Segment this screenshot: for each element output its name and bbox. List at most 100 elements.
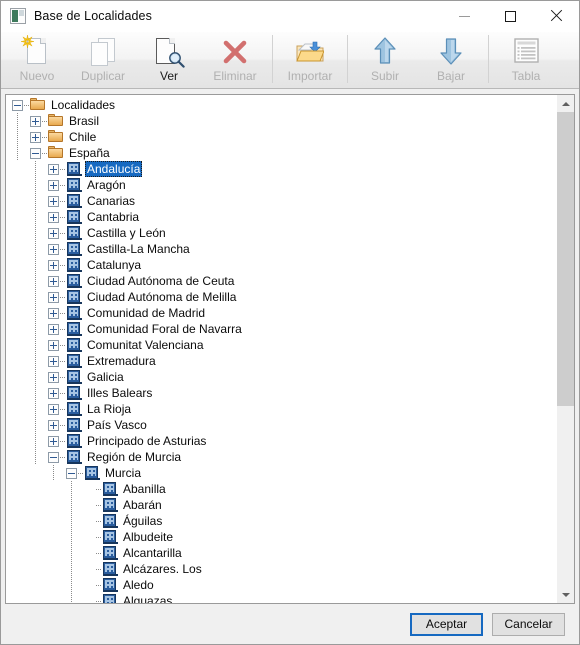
expand-icon[interactable] (48, 275, 59, 287)
collapse-icon[interactable] (12, 99, 23, 111)
expand-icon[interactable] (48, 195, 59, 207)
expand-icon[interactable] (48, 355, 59, 367)
tree-node[interactable]: Illes Balears (6, 385, 556, 401)
tree-indent (6, 513, 84, 529)
tree-node[interactable]: Alcantarilla (6, 545, 556, 561)
tree-node[interactable]: España (6, 145, 556, 161)
tree-connector (42, 120, 47, 122)
expand-icon[interactable] (30, 131, 41, 143)
expand-icon[interactable] (48, 419, 59, 431)
minimize-button[interactable] (441, 1, 487, 31)
expand-icon[interactable] (48, 211, 59, 223)
maximize-button[interactable] (487, 1, 533, 31)
expand-icon[interactable] (48, 435, 59, 447)
tree-node[interactable]: Galicia (6, 369, 556, 385)
toolbar-button-duplicar[interactable]: Duplicar (70, 32, 136, 88)
expand-icon[interactable] (48, 163, 59, 175)
tree-node[interactable]: Murcia (6, 465, 556, 481)
tree-node[interactable]: Ciudad Autónoma de Ceuta (6, 273, 556, 289)
tree-guide-line (71, 497, 72, 513)
tree-node[interactable]: Abanilla (6, 481, 556, 497)
tree-node[interactable]: Chile (6, 129, 556, 145)
collapse-icon[interactable] (66, 467, 77, 479)
tree-connector (96, 568, 101, 570)
tree-node[interactable]: Extremadura (6, 353, 556, 369)
tree-node-label: Aragón (87, 178, 126, 192)
tree-node[interactable]: Aragón (6, 177, 556, 193)
expand-icon[interactable] (48, 307, 59, 319)
tree-node[interactable]: Brasil (6, 113, 556, 129)
toolbar-button-nuevo[interactable]: Nuevo (4, 32, 70, 88)
tree-indent (6, 449, 48, 465)
tree-expander-spacer (84, 484, 95, 495)
duplicate-icon (86, 35, 120, 69)
tree-vertical-scrollbar[interactable] (556, 95, 574, 603)
tree-node[interactable]: Águilas (6, 513, 556, 529)
cancel-button[interactable]: Cancelar (492, 612, 565, 636)
tree-node[interactable]: Cantabria (6, 209, 556, 225)
tree-node[interactable]: Alcázares. Los (6, 561, 556, 577)
tree-guide-line (53, 465, 54, 481)
expand-icon[interactable] (48, 259, 59, 271)
tree-indent (6, 177, 48, 193)
tree-indent (6, 465, 66, 481)
tree-node[interactable]: Canarias (6, 193, 556, 209)
scroll-down-button[interactable] (557, 586, 574, 603)
tree-indent (6, 433, 48, 449)
tree-connector (60, 216, 65, 218)
tree-node[interactable]: Andalucía (6, 161, 556, 177)
tree-node[interactable]: Localidades (6, 97, 556, 113)
expand-icon[interactable] (48, 371, 59, 383)
toolbar-button-tabla[interactable]: Tabla (493, 32, 559, 88)
expand-icon[interactable] (48, 179, 59, 191)
tree-node[interactable]: Alguazas (6, 593, 556, 603)
view-magnifier-icon (152, 35, 186, 69)
tree-expander-spacer (84, 548, 95, 559)
base-de-localidades-window: Base de Localidades Nuevo Duplicar Ver E… (0, 0, 580, 645)
expand-icon[interactable] (48, 387, 59, 399)
tree-node[interactable]: Principado de Asturias (6, 433, 556, 449)
locality-tree[interactable]: Localidades Brasil Chile España Andalucía Ara… (6, 95, 556, 603)
expand-icon[interactable] (48, 323, 59, 335)
tree-guide-line (71, 513, 72, 529)
collapse-icon[interactable] (48, 451, 59, 463)
tree-node[interactable]: Comunidad de Madrid (6, 305, 556, 321)
tree-node[interactable]: Abarán (6, 497, 556, 513)
toolbar-button-importar[interactable]: Importar (277, 32, 343, 88)
expand-icon[interactable] (48, 403, 59, 415)
scrollbar-thumb[interactable] (557, 112, 574, 406)
tree-node-label: Castilla y León (87, 226, 166, 240)
tree-node[interactable]: Albudeite (6, 529, 556, 545)
tree-node[interactable]: Catalunya (6, 257, 556, 273)
tree-indent (6, 385, 48, 401)
toolbar-button-bajar[interactable]: Bajar (418, 32, 484, 88)
tree-node-label: Comunidad de Madrid (87, 306, 206, 320)
scroll-up-button[interactable] (557, 95, 574, 112)
expand-icon[interactable] (48, 339, 59, 351)
tree-guide-line (35, 321, 36, 337)
tree-node[interactable]: La Rioja (6, 401, 556, 417)
accept-button[interactable]: Aceptar (410, 612, 483, 636)
toolbar-button-ver[interactable]: Ver (136, 32, 202, 88)
tree-node-label: Aledo (123, 578, 154, 592)
expand-icon[interactable] (30, 115, 41, 127)
tree-node[interactable]: Aledo (6, 577, 556, 593)
close-button[interactable] (533, 1, 579, 31)
tree-connector (60, 168, 65, 170)
expand-icon[interactable] (48, 243, 59, 255)
expand-icon[interactable] (48, 227, 59, 239)
tree-node[interactable]: País Vasco (6, 417, 556, 433)
tree-node[interactable]: Comunidad Foral de Navarra (6, 321, 556, 337)
tree-node[interactable]: Comunitat Valenciana (6, 337, 556, 353)
collapse-icon[interactable] (30, 147, 41, 159)
tree-node[interactable]: Ciudad Autónoma de Melilla (6, 289, 556, 305)
tree-node[interactable]: Castilla-La Mancha (6, 241, 556, 257)
toolbar-button-subir[interactable]: Subir (352, 32, 418, 88)
expand-icon[interactable] (48, 291, 59, 303)
tree-node[interactable]: Región de Murcia (6, 449, 556, 465)
tree-node-label: Catalunya (87, 258, 142, 272)
toolbar-label-eliminar: Eliminar (213, 69, 257, 83)
tree-node-label: Murcia (105, 466, 142, 480)
tree-node[interactable]: Castilla y León (6, 225, 556, 241)
toolbar-button-eliminar[interactable]: Eliminar (202, 32, 268, 88)
